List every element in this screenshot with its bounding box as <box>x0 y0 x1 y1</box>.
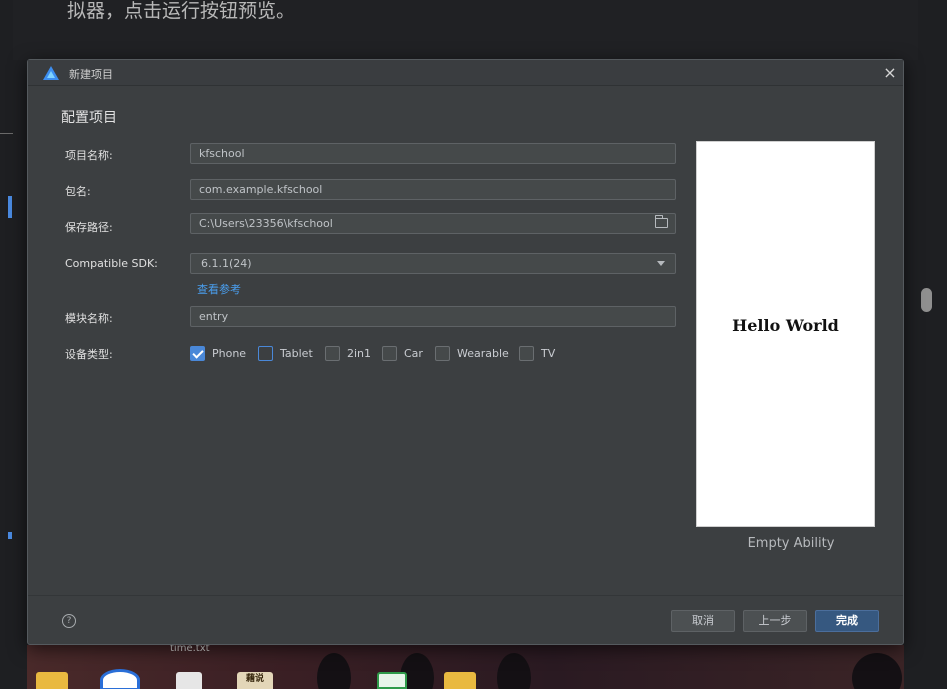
help-icon[interactable]: ? <box>62 614 76 628</box>
checkbox-icon[interactable] <box>435 345 450 361</box>
folder-browse-icon[interactable] <box>655 215 668 228</box>
finish-button[interactable]: 完成 <box>815 610 879 632</box>
save-path-value: C:\Users\23356\kfschool <box>199 217 333 230</box>
preview-text: Hello World <box>732 316 839 335</box>
device-option-phone[interactable]: Phone <box>190 345 246 361</box>
page-title: 配置项目 <box>61 110 117 126</box>
footer-divider <box>28 595 903 596</box>
chevron-down-icon <box>657 261 665 266</box>
device-option-label: Tablet <box>280 346 313 360</box>
qq-icon[interactable] <box>100 669 140 689</box>
wallpaper-shape <box>317 653 351 689</box>
background-divider <box>0 133 13 134</box>
seal-app-icon[interactable]: 藉说 <box>237 672 273 689</box>
device-option-wearable[interactable]: Wearable <box>435 345 509 361</box>
package-name-label: 包名: <box>65 185 91 198</box>
save-path-input[interactable]: C:\Users\23356\kfschool <box>190 213 676 234</box>
text-file-icon[interactable] <box>176 672 202 689</box>
background-scrollbar[interactable] <box>921 288 932 312</box>
background-marker <box>8 532 12 539</box>
device-option-car[interactable]: Car <box>382 345 423 361</box>
sdk-select[interactable]: 6.1.1(24) <box>190 253 676 274</box>
deveco-logo-icon <box>43 66 59 80</box>
device-option-label: TV <box>541 346 556 360</box>
module-name-input[interactable]: entry <box>190 306 676 327</box>
background-document: 拟器，点击运行按钮预览。 <box>13 0 918 60</box>
previous-button[interactable]: 上一步 <box>743 610 807 632</box>
save-path-label: 保存路径: <box>65 221 113 234</box>
device-option-label: Wearable <box>457 346 509 360</box>
device-option-label: 2in1 <box>347 346 372 360</box>
folder-icon[interactable] <box>36 672 68 689</box>
dialog-titlebar[interactable]: 新建项目 × <box>28 60 903 86</box>
new-project-dialog: 新建项目 × 配置项目 项目名称: kfschool 包名: com.examp… <box>27 59 904 645</box>
device-option-tv[interactable]: TV <box>519 345 555 361</box>
project-name-label: 项目名称: <box>65 149 113 162</box>
sdk-label: Compatible SDK: <box>65 257 158 270</box>
close-icon[interactable]: × <box>881 64 899 82</box>
checkbox-icon[interactable] <box>258 345 273 361</box>
module-name-label: 模块名称: <box>65 312 113 325</box>
background-doc-text: 拟器，点击运行按钮预览。 <box>67 0 296 22</box>
spreadsheet-icon[interactable] <box>377 672 407 689</box>
device-option-tablet[interactable]: Tablet <box>258 345 313 361</box>
wallpaper-shape <box>852 653 902 689</box>
dialog-title: 新建项目 <box>69 68 113 81</box>
checkbox-icon[interactable] <box>519 345 534 361</box>
checkbox-checked-icon[interactable] <box>190 345 205 361</box>
device-option-label: Phone <box>212 346 247 360</box>
template-caption: Empty Ability <box>747 536 835 551</box>
sdk-selected-value: 6.1.1(24) <box>201 257 252 270</box>
device-type-label: 设备类型: <box>65 348 113 361</box>
package-name-input[interactable]: com.example.kfschool <box>190 179 676 200</box>
wallpaper-shape <box>497 653 531 689</box>
device-option-label: Car <box>404 346 423 360</box>
project-name-input[interactable]: kfschool <box>190 143 676 164</box>
checkbox-icon[interactable] <box>382 345 397 361</box>
device-option-2in1[interactable]: 2in1 <box>325 345 371 361</box>
template-preview: Hello World <box>696 141 875 527</box>
folder-icon[interactable] <box>444 672 476 689</box>
checkbox-icon[interactable] <box>325 345 340 361</box>
sdk-reference-link[interactable]: 查看参考 <box>197 281 241 297</box>
cancel-button[interactable]: 取消 <box>671 610 735 632</box>
background-marker <box>8 196 12 218</box>
